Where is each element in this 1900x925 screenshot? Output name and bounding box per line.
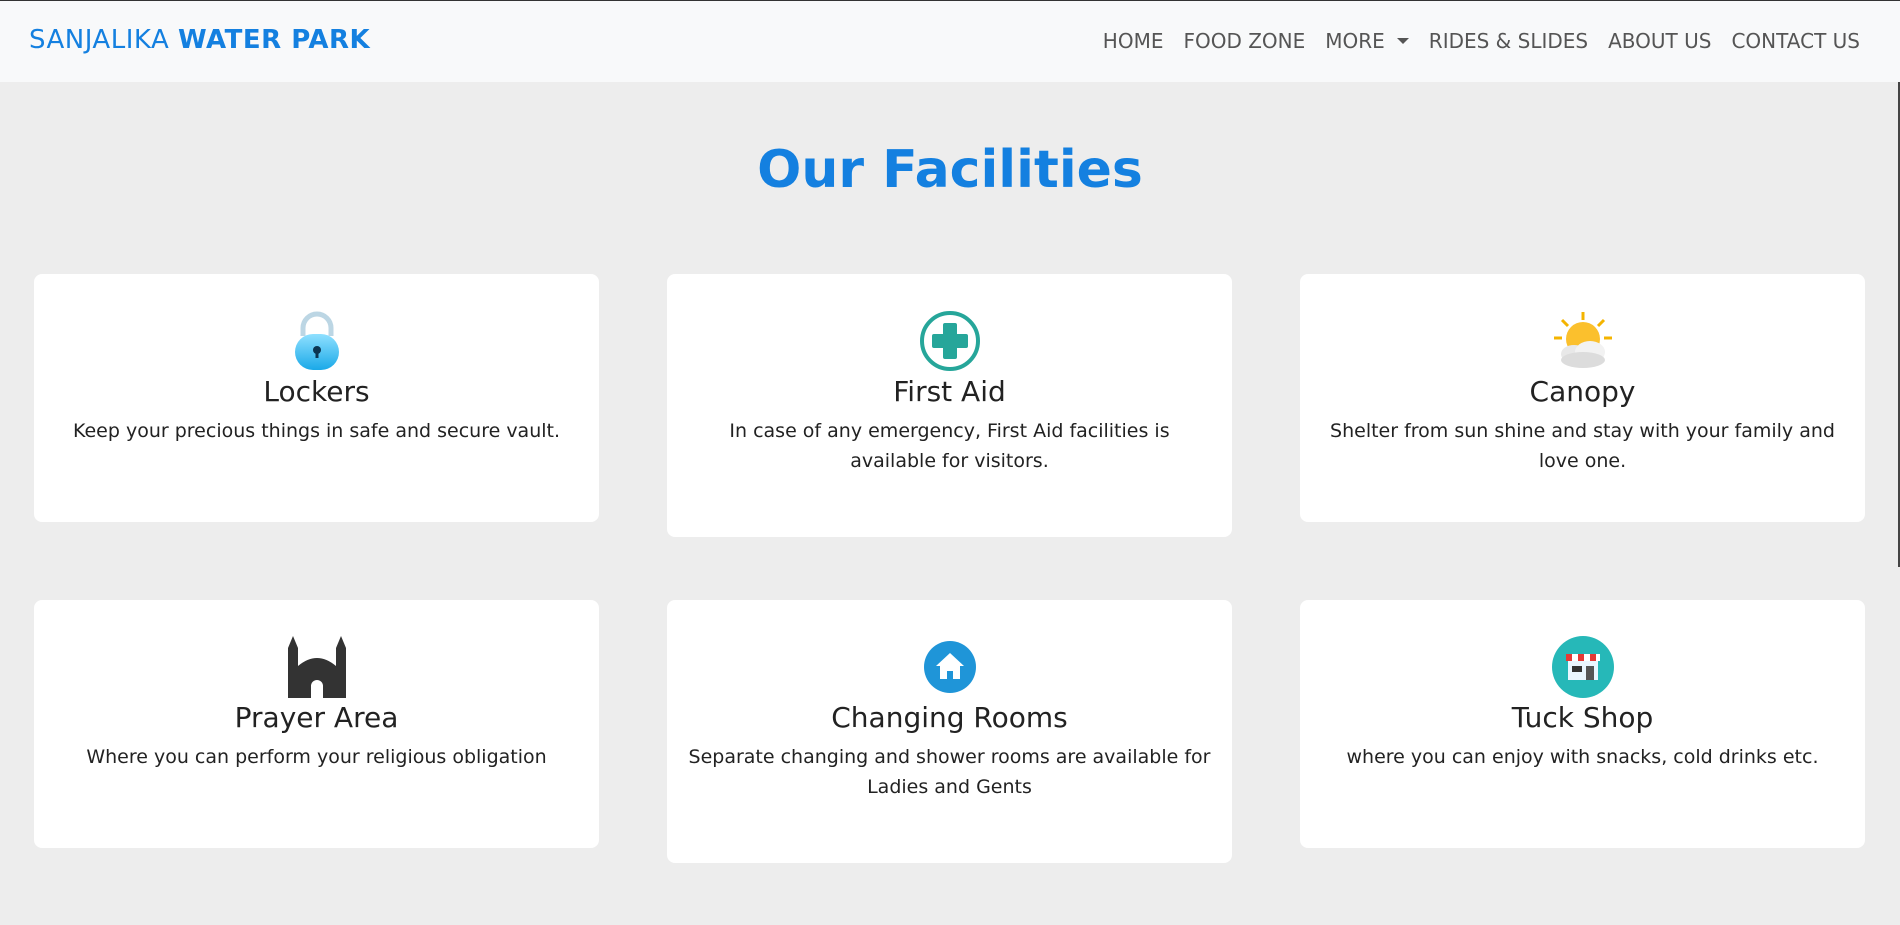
lock-icon: [294, 311, 339, 370]
facility-card-lockers: Lockers Keep your precious things in saf…: [34, 274, 599, 522]
facility-description: In case of any emergency, First Aid faci…: [729, 420, 1170, 472]
top-navbar: SANJALIKA WATER PARK HOME FOOD ZONE MORE…: [0, 0, 1900, 82]
facility-card-first-aid: First Aid In case of any emergency, Firs…: [667, 274, 1232, 537]
chevron-down-icon: [1396, 38, 1409, 44]
facility-title: First Aid: [893, 375, 1006, 408]
brand-name-part2: WATER PARK: [178, 25, 371, 55]
brand-name-part1: SANJALIKA: [29, 25, 170, 55]
nav-more-label: MORE: [1325, 29, 1385, 53]
facility-title: Changing Rooms: [831, 701, 1068, 734]
facility-title: Canopy: [1529, 375, 1636, 408]
facility-title: Prayer Area: [234, 701, 399, 734]
page-title: Our Facilities: [757, 140, 1143, 200]
mosque-icon: [287, 636, 346, 698]
brand-logo[interactable]: SANJALIKA WATER PARK: [29, 25, 370, 55]
nav-rides-link[interactable]: RIDES & SLIDES: [1429, 29, 1588, 53]
facility-description: Separate changing and shower rooms are a…: [688, 746, 1211, 798]
nav-food-zone-link[interactable]: FOOD ZONE: [1183, 29, 1305, 53]
facility-title: Lockers: [263, 375, 370, 408]
facility-card-prayer-area: Prayer Area Where you can perform your r…: [34, 600, 599, 848]
house-icon: [923, 641, 976, 693]
facility-description: Keep your precious things in safe and se…: [72, 420, 561, 442]
facility-description: Where you can perform your religious obl…: [86, 746, 547, 768]
facility-description: where you can enjoy with snacks, cold dr…: [1346, 746, 1819, 768]
facility-card-tuck-shop: Tuck Shop where you can enjoy with snack…: [1300, 600, 1865, 848]
nav-about-link[interactable]: ABOUT US: [1608, 29, 1711, 53]
nav-contact-link[interactable]: CONTACT US: [1731, 29, 1860, 53]
first-aid-icon: [919, 311, 980, 371]
facility-card-canopy: Canopy Shelter from sun shine and stay w…: [1300, 274, 1865, 522]
facility-card-changing-rooms: Changing Rooms Separate changing and sho…: [667, 600, 1232, 863]
sun-cloud-icon: [1553, 312, 1612, 368]
nav-links: HOME FOOD ZONE MORE RIDES & SLIDES ABOUT…: [1103, 29, 1860, 53]
nav-more-dropdown[interactable]: MORE: [1325, 29, 1409, 53]
facility-title: Tuck Shop: [1511, 701, 1654, 734]
facility-description: Shelter from sun shine and stay with you…: [1330, 420, 1835, 472]
nav-home-link[interactable]: HOME: [1103, 29, 1164, 53]
shop-icon: [1551, 636, 1614, 698]
